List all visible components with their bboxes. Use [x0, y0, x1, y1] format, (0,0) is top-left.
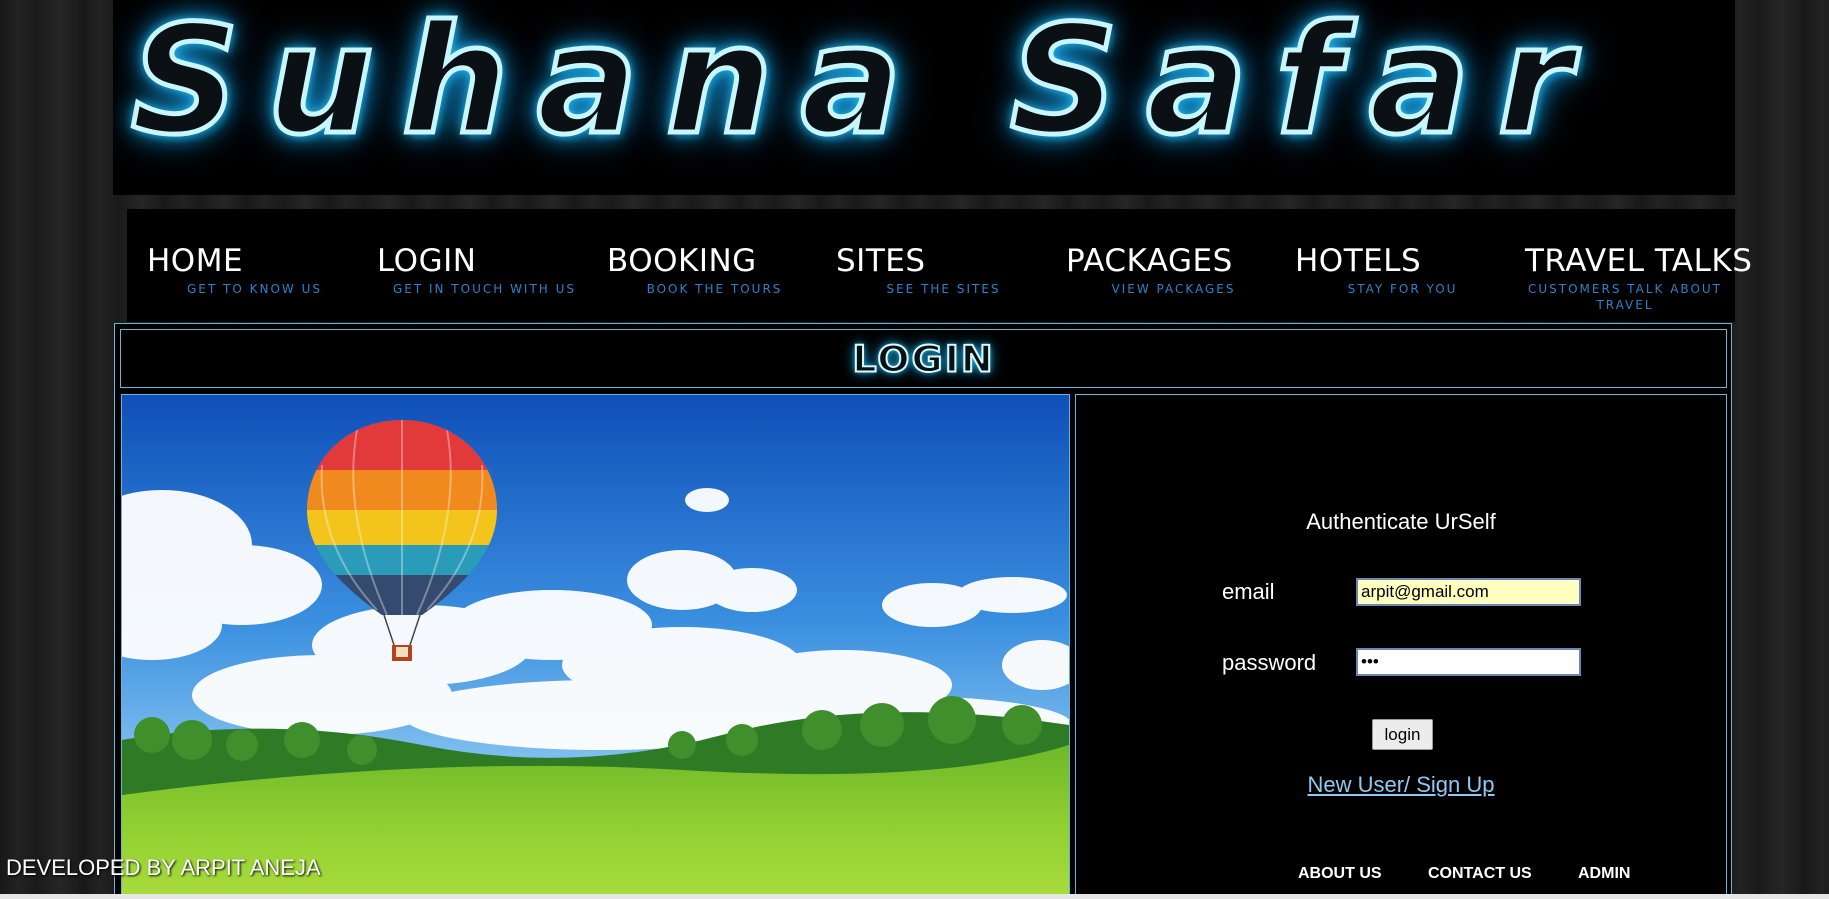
- email-field[interactable]: [1356, 578, 1581, 606]
- signup-link[interactable]: New User/ Sign Up: [1076, 772, 1726, 798]
- developer-credit: DEVELOPED BY ARPIT ANEJA: [6, 855, 321, 880]
- nav-sublabel: CUSTOMERS TALK ABOUT TRAVEL: [1527, 282, 1723, 312]
- login-form: Authenticate UrSelf email password login…: [1075, 394, 1727, 899]
- site-logo-title: Suhana Safar: [129, 0, 1600, 171]
- section-title-box: LOGIN: [120, 329, 1727, 388]
- nav-sublabel: GET IN TOUCH WITH US: [392, 282, 577, 296]
- nav-label: HOME: [147, 243, 244, 279]
- nav-sublabel: VIEW PACKAGES: [1111, 282, 1236, 296]
- main-nav: HOME GET TO KNOW US LOGIN GET IN TOUCH W…: [127, 209, 1753, 322]
- email-label: email: [1222, 579, 1275, 604]
- nav-sublabel: SEE THE SITES: [886, 282, 1001, 296]
- nav-sublabel: BOOK THE TOURS: [646, 282, 783, 296]
- bottom-edge: [0, 894, 1829, 899]
- nav-item-hotels[interactable]: HOTELS STAY FOR YOU: [1295, 243, 1510, 297]
- footer-admin-link[interactable]: ADMIN: [1578, 865, 1630, 883]
- login-button[interactable]: login: [1372, 719, 1433, 750]
- site-banner: Suhana Safar: [113, 0, 1735, 195]
- nav-sublabel: GET TO KNOW US: [187, 282, 322, 296]
- nav-item-booking[interactable]: BOOKING BOOK THE TOURS: [607, 243, 822, 297]
- nav-label: HOTELS: [1295, 243, 1422, 279]
- nav-label: LOGIN: [377, 243, 477, 279]
- nav-item-login[interactable]: LOGIN GET IN TOUCH WITH US: [377, 243, 592, 297]
- nav-label: PACKAGES: [1066, 243, 1233, 279]
- hot-air-balloon-landscape-image: [122, 395, 1069, 898]
- nav-label: BOOKING: [607, 243, 757, 279]
- nav-item-travel-talks[interactable]: TRAVEL TALKS CUSTOMERS TALK ABOUT TRAVEL: [1525, 243, 1753, 313]
- nav-label: TRAVEL TALKS: [1525, 243, 1753, 279]
- password-label: password: [1222, 650, 1317, 675]
- hero-image: [121, 394, 1070, 899]
- password-field[interactable]: [1356, 648, 1581, 676]
- footer-about-link[interactable]: ABOUT US: [1298, 865, 1382, 883]
- footer-contact-link[interactable]: CONTACT US: [1428, 865, 1532, 883]
- form-heading: Authenticate UrSelf: [1306, 509, 1496, 534]
- nav-item-packages[interactable]: PACKAGES VIEW PACKAGES: [1066, 243, 1281, 297]
- nav-item-home[interactable]: HOME GET TO KNOW US: [147, 243, 362, 297]
- nav-sublabel: STAY FOR YOU: [1347, 282, 1458, 296]
- nav-label: SITES: [836, 243, 926, 279]
- section-title: LOGIN: [851, 337, 995, 381]
- nav-item-sites[interactable]: SITES SEE THE SITES: [836, 243, 1051, 297]
